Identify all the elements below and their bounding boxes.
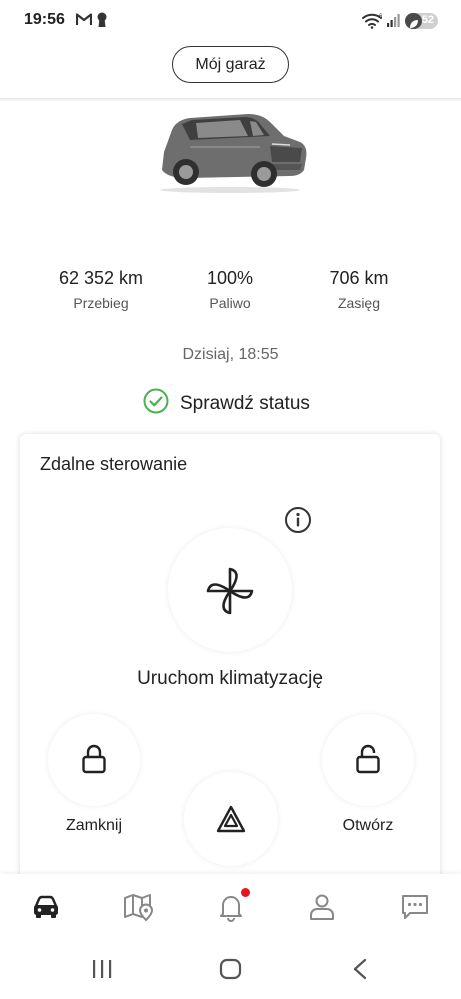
unlock-label: Otwórz — [342, 817, 394, 834]
battery-saver-icon — [409, 16, 419, 34]
status-time: 19:56 — [24, 11, 65, 28]
back-icon[interactable] — [352, 958, 368, 985]
gmail-icon — [75, 13, 93, 31]
system-nav-bar — [0, 940, 461, 999]
check-status-link[interactable]: Sprawdź status — [143, 388, 310, 419]
fuel-stat: 100% Paliwo — [165, 268, 295, 311]
lock-label: Zamknij — [65, 817, 122, 834]
header-divider — [0, 98, 461, 101]
notification-badge — [241, 888, 250, 897]
climate-label: Uruchom klimatyzację — [137, 668, 323, 689]
range-label: Zasięg — [337, 295, 381, 311]
last-updated: Dzisiaj, 18:55 — [182, 346, 279, 363]
battery-indicator: 52 — [405, 13, 438, 29]
car-icon[interactable] — [31, 892, 61, 922]
chat-icon[interactable] — [400, 892, 430, 922]
home-icon[interactable] — [219, 958, 243, 985]
fan-icon — [203, 564, 257, 623]
status-bar: 19:56 6 52 — [0, 0, 461, 42]
recent-apps-icon[interactable] — [91, 958, 113, 985]
hazard-icon — [216, 805, 246, 838]
mileage-value: 62 352 km — [58, 268, 144, 288]
mileage-stat: 62 352 km Przebieg — [36, 268, 166, 311]
remote-control-title: Zdalne sterowanie — [40, 454, 188, 474]
bell-icon[interactable] — [216, 892, 246, 922]
mileage-label: Przebieg — [73, 295, 129, 311]
remote-control-card: Zdalne sterowanie Uruchom klimatyzację Z… — [20, 434, 440, 894]
fuel-value: 100% — [206, 268, 254, 288]
check-circle-icon — [143, 388, 169, 419]
fuel-label: Paliwo — [209, 295, 251, 311]
lock-icon — [81, 744, 107, 779]
signal-icon — [386, 12, 402, 33]
bottom-nav — [0, 874, 461, 940]
profile-icon[interactable] — [307, 892, 337, 922]
map-pin-icon[interactable] — [123, 892, 154, 922]
svg-text:6: 6 — [379, 14, 383, 20]
car-image — [160, 114, 307, 193]
range-value: 706 km — [329, 268, 389, 288]
my-garage-button[interactable]: Mój garaż — [172, 46, 289, 83]
unlock-icon — [355, 744, 381, 779]
info-icon[interactable] — [284, 506, 312, 539]
check-status-label: Sprawdź status — [180, 392, 310, 414]
wifi-icon: 6 — [362, 12, 384, 34]
battery-level: 52 — [421, 14, 434, 26]
range-stat: 706 km Zasięg — [294, 268, 424, 311]
keyhole-icon — [96, 12, 108, 33]
